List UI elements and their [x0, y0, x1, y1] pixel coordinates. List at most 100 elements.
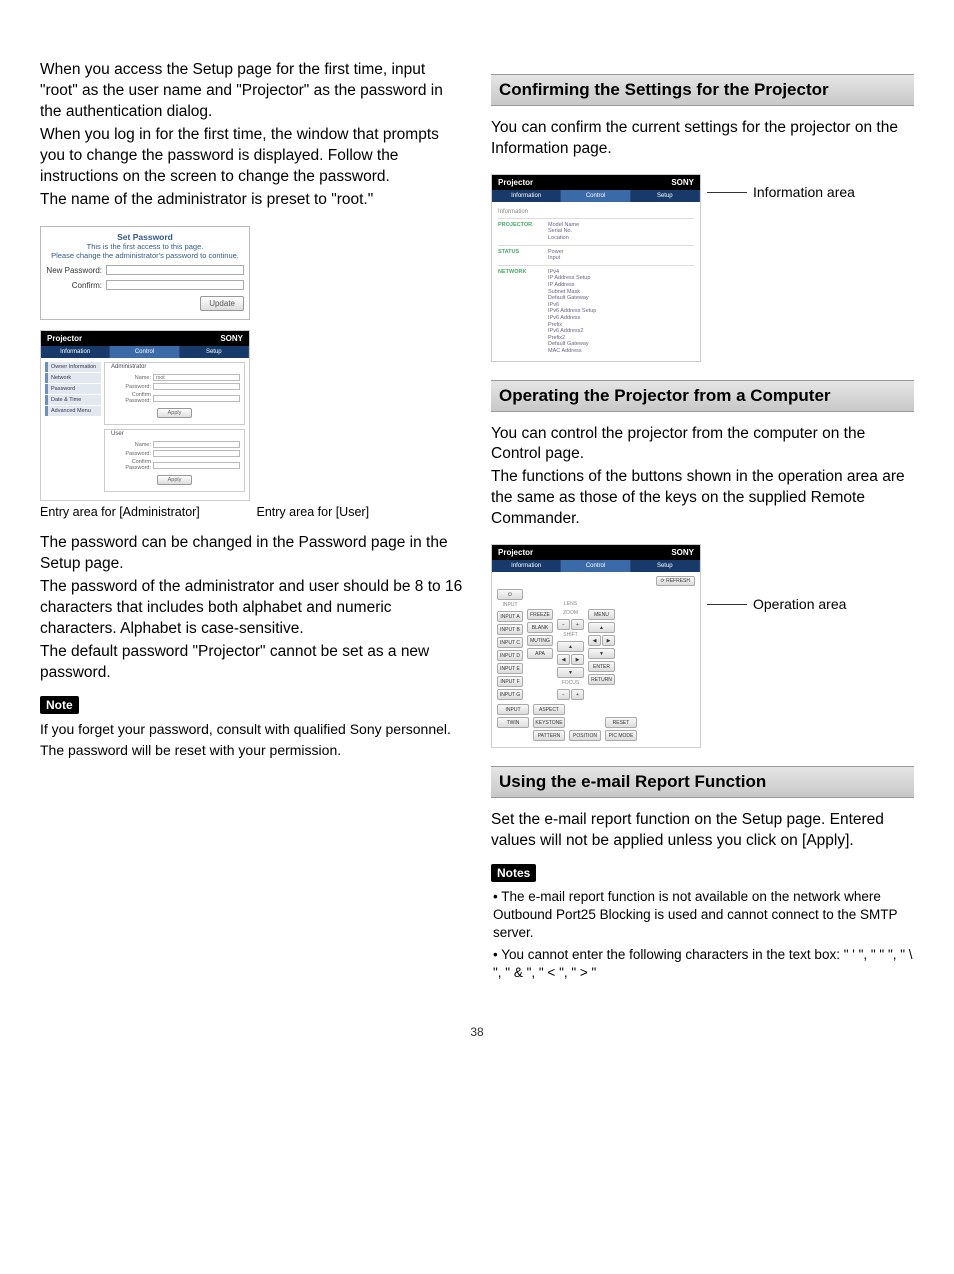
sec3-paragraph: Set the e-mail report function on the Se…	[491, 810, 914, 852]
input-button[interactable]: INPUT	[497, 704, 529, 715]
set-password-sub2: Please change the administrator's passwo…	[46, 251, 244, 260]
focus-plus-button[interactable]: +	[571, 689, 584, 700]
info-val: Serial No.	[548, 228, 694, 235]
page-content: When you access the Setup page for the f…	[40, 60, 914, 985]
admin-password-label: Password:	[109, 384, 151, 390]
keystone-button[interactable]: KEYSTONE	[533, 717, 565, 728]
tab-control[interactable]: Control	[561, 190, 630, 202]
apa-button[interactable]: APA	[527, 648, 553, 659]
input-c-button[interactable]: INPUT C	[497, 637, 523, 648]
info-val: Location	[548, 235, 694, 242]
input-f-button[interactable]: INPUT F	[497, 676, 523, 687]
nav-left-button[interactable]: ◀	[588, 635, 601, 646]
nav-down-button[interactable]: ▼	[588, 648, 615, 659]
set-password-dialog: Set Password This is the first access to…	[40, 226, 250, 320]
pic-mode-button[interactable]: PIC MODE	[605, 730, 637, 741]
network-label: NETWORK	[498, 269, 542, 355]
shift-up-button[interactable]: ▲	[557, 641, 584, 652]
tab-setup[interactable]: Setup	[631, 560, 700, 572]
tab-control[interactable]: Control	[561, 560, 630, 572]
reset-button[interactable]: RESET	[605, 717, 637, 728]
user-name-input[interactable]	[153, 441, 240, 448]
callout-line-icon	[707, 604, 747, 605]
pw-change-p1: The password can be changed in the Passw…	[40, 533, 463, 575]
admin-name-input[interactable]: root	[153, 374, 240, 381]
note-item: You cannot enter the following character…	[493, 946, 914, 982]
callout-line-icon	[707, 192, 747, 193]
muting-button[interactable]: MUTING	[527, 635, 553, 646]
input-b-button[interactable]: INPUT B	[497, 624, 523, 635]
sidebar-item[interactable]: Password	[45, 384, 101, 394]
admin-confirm-input[interactable]	[153, 395, 240, 402]
ctrl-col-misc: FREEZE BLANK MUTING APA	[527, 609, 553, 700]
shift-down-button[interactable]: ▼	[557, 667, 584, 678]
left-column: When you access the Setup page for the f…	[40, 60, 463, 985]
confirm-password-input[interactable]	[106, 280, 244, 290]
twin-button[interactable]: TWIN	[497, 717, 529, 728]
sec2-paragraph-2: The functions of the buttons shown in th…	[491, 467, 914, 530]
section-heading-confirming: Confirming the Settings for the Projecto…	[491, 74, 914, 106]
sidebar-item[interactable]: Network	[45, 373, 101, 383]
intro-paragraph-1: When you access the Setup page for the f…	[40, 60, 463, 123]
info-val: IPv6 Address Setup	[548, 308, 694, 315]
position-button[interactable]: POSITION	[569, 730, 601, 741]
user-confirm-input[interactable]	[153, 462, 240, 469]
return-button[interactable]: RETURN	[588, 674, 615, 685]
freeze-button[interactable]: FREEZE	[527, 609, 553, 620]
note-p1: If you forget your password, consult wit…	[40, 720, 463, 739]
zoom-minus-button[interactable]: −	[557, 619, 570, 630]
ctrl-col-inputs: ⏻ INPUT INPUT A INPUT B INPUT C INPUT D …	[497, 589, 523, 700]
caption-admin: Entry area for [Administrator]	[40, 505, 247, 519]
tab-control[interactable]: Control	[110, 346, 179, 358]
shift-left-button[interactable]: ◀	[557, 654, 570, 665]
user-name-label: Name:	[109, 442, 151, 448]
tab-information[interactable]: Information	[41, 346, 110, 358]
zoom-plus-button[interactable]: +	[571, 619, 584, 630]
sidebar-item[interactable]: Advanced Menu	[45, 406, 101, 416]
user-password-input[interactable]	[153, 450, 240, 457]
intro-paragraph-3: The name of the administrator is preset …	[40, 190, 463, 211]
admin-apply-button[interactable]: Apply	[157, 408, 193, 418]
blank-button[interactable]: BLANK	[527, 622, 553, 633]
window-title: Projector	[498, 178, 533, 187]
power-button[interactable]: ⏻	[497, 589, 523, 600]
enter-button[interactable]: ENTER	[588, 661, 615, 672]
nav-right-button[interactable]: ▶	[602, 635, 615, 646]
info-val: Default Gateway	[548, 295, 694, 302]
tab-setup[interactable]: Setup	[180, 346, 249, 358]
tab-setup[interactable]: Setup	[631, 190, 700, 202]
sidebar-item[interactable]: Owner Information	[45, 362, 101, 372]
input-e-button[interactable]: INPUT E	[497, 663, 523, 674]
pattern-button[interactable]: PATTERN	[533, 730, 565, 741]
info-val: IPv6 Address	[548, 315, 694, 322]
info-val: Subnet Mask	[548, 289, 694, 296]
user-apply-button[interactable]: Apply	[157, 475, 193, 485]
sidebar-item[interactable]: Date & Time	[45, 395, 101, 405]
input-d-button[interactable]: INPUT D	[497, 650, 523, 661]
nav-up-button[interactable]: ▲	[588, 622, 615, 633]
note-badge: Note	[40, 696, 79, 714]
shift-right-button[interactable]: ▶	[571, 654, 584, 665]
update-button[interactable]: Update	[200, 296, 244, 311]
new-password-input[interactable]	[106, 265, 244, 275]
input-a-button[interactable]: INPUT A	[497, 611, 523, 622]
network-values: IPv4 IP Address Setup IP Address Subnet …	[548, 269, 694, 355]
admin-password-input[interactable]	[153, 383, 240, 390]
info-val: Input	[548, 255, 694, 262]
input-g-button[interactable]: INPUT G	[497, 689, 523, 700]
tab-information[interactable]: Information	[492, 560, 561, 572]
focus-minus-button[interactable]: −	[557, 689, 570, 700]
user-legend: User	[109, 431, 126, 437]
aspect-button[interactable]: ASPECT	[533, 704, 565, 715]
refresh-button[interactable]: ⟳ REFRESH	[656, 576, 695, 586]
brand-logo: SONY	[671, 178, 694, 187]
section-heading-operating: Operating the Projector from a Computer	[491, 380, 914, 412]
brand-logo: SONY	[671, 548, 694, 557]
operation-area-callout: Operation area	[753, 596, 846, 612]
info-val: Power	[548, 249, 694, 256]
note-item: The e-mail report function is not availa…	[493, 888, 914, 943]
user-confirm-label: Confirm Password:	[109, 459, 151, 471]
setup-sidebar: Owner Information Network Password Date …	[45, 362, 101, 496]
menu-button[interactable]: MENU	[588, 609, 615, 620]
tab-information[interactable]: Information	[492, 190, 561, 202]
